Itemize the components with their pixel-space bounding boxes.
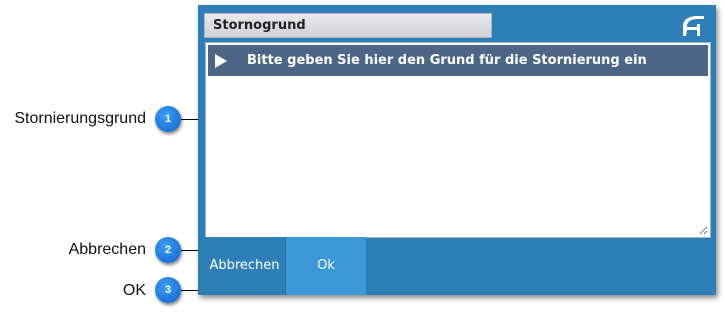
prompt-text: Bitte geben Sie hier den Grund für die S… xyxy=(247,53,647,68)
cancellation-reason-input[interactable] xyxy=(208,78,708,235)
prompt-bar: Bitte geben Sie hier den Grund für die S… xyxy=(208,45,708,76)
callout-badge-1: 1 xyxy=(155,106,181,132)
play-arrow-icon xyxy=(215,54,227,68)
ok-button[interactable]: Ok xyxy=(286,237,366,295)
callout-label-ok: OK xyxy=(122,282,146,299)
stornogrund-dialog: Stornogrund Bitte geben Sie hier den Gru… xyxy=(198,5,716,295)
brand-logo-icon xyxy=(683,16,704,36)
cancel-button[interactable]: Abbrechen xyxy=(204,237,286,295)
callout-label-reason: Stornierungsgrund xyxy=(14,110,146,127)
callout-label-cancel: Abbrechen xyxy=(68,241,146,258)
callout-badge-3: 3 xyxy=(155,277,181,303)
dialog-content: Bitte geben Sie hier den Grund für die S… xyxy=(205,42,711,238)
dialog-title: Stornogrund xyxy=(204,13,492,38)
callout-badge-2: 2 xyxy=(155,237,181,263)
